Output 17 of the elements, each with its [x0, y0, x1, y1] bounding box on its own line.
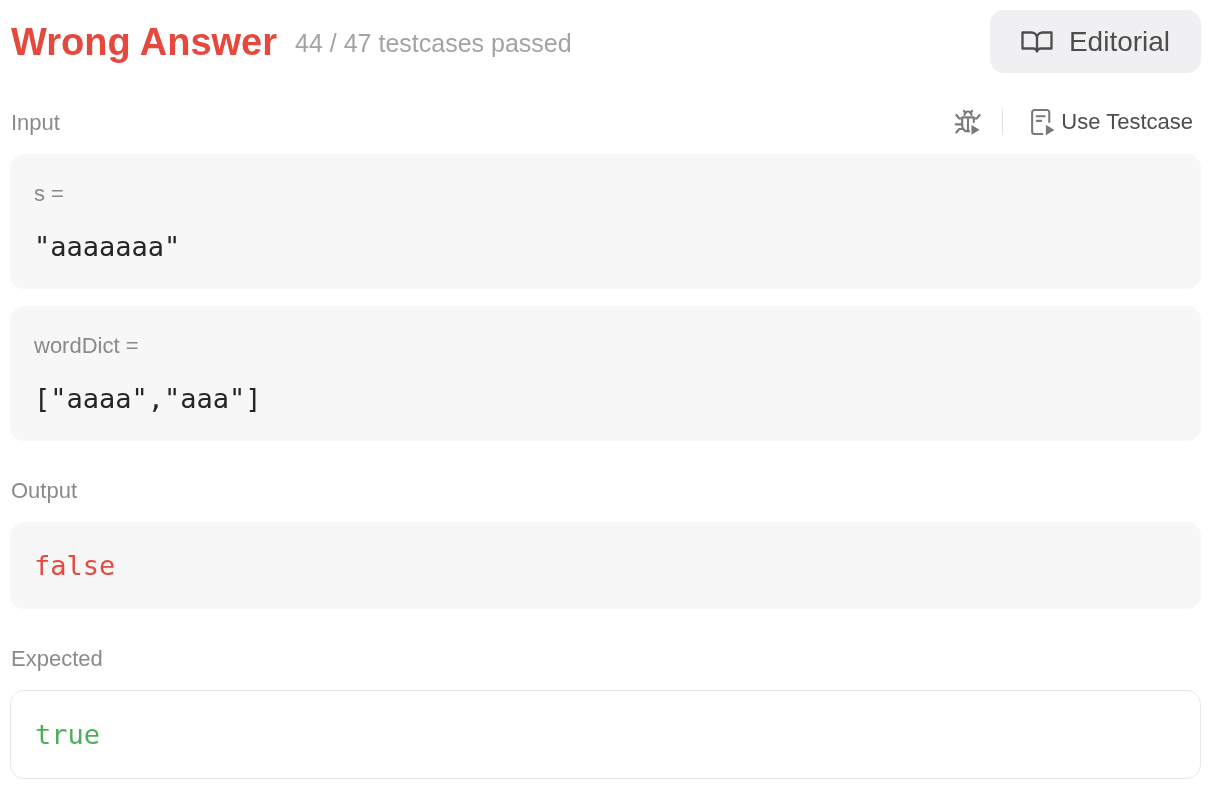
variable-value: "aaaaaaa" — [34, 230, 181, 264]
variable-name: wordDict = — [34, 332, 139, 360]
editorial-button[interactable]: Editorial — [990, 10, 1201, 73]
variable-value: ["aaaa","aaa"] — [34, 382, 262, 416]
bug-icon — [954, 108, 983, 136]
document-play-icon — [1031, 108, 1056, 136]
debug-button[interactable] — [954, 108, 983, 136]
section-label: Output — [10, 476, 78, 505]
output-value: false — [34, 549, 116, 583]
section-label: Expected — [10, 644, 103, 673]
expected-value: true — [35, 718, 101, 752]
use-testcase-button[interactable]: Use Testcase — [1023, 108, 1201, 136]
verdict-title: Wrong Answer — [10, 22, 278, 61]
book-icon — [1020, 29, 1053, 54]
variable-name: s = — [34, 180, 64, 208]
section-label: Input — [10, 108, 60, 137]
testcases-summary: 44 / 47 testcases passed — [295, 27, 572, 56]
